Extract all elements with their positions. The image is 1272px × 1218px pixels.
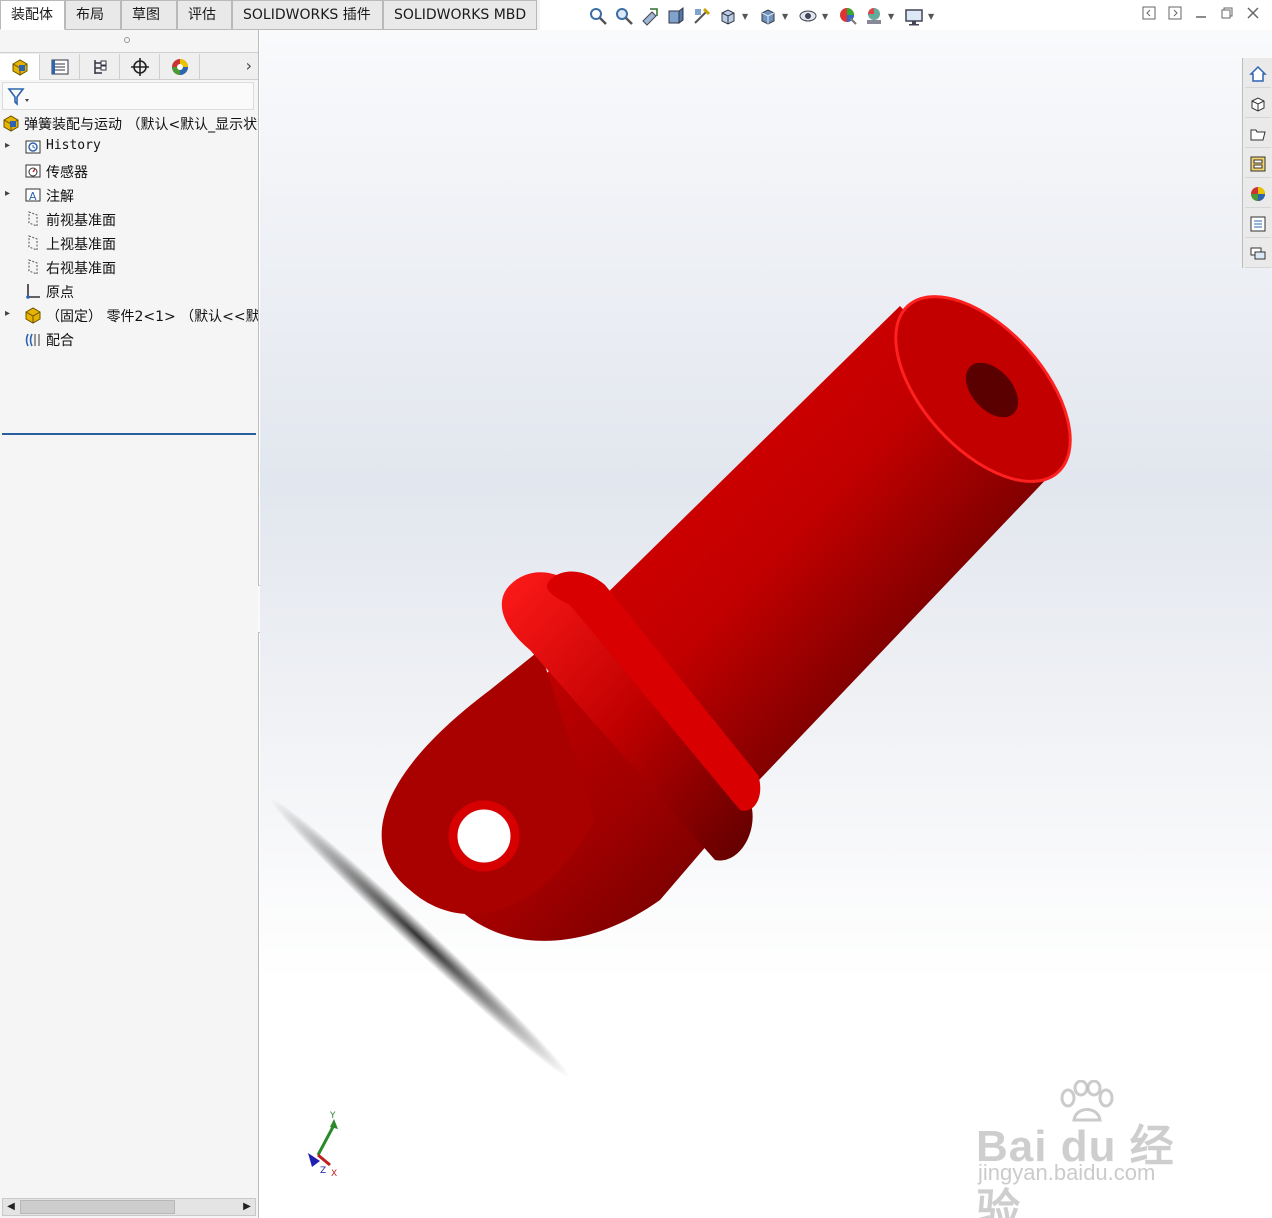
sensor-folder-icon (25, 164, 41, 178)
tree-item[interactable]: ▸ History (0, 136, 258, 160)
watermark-url: jingyan.baidu.com (978, 1160, 1156, 1185)
close-icon[interactable] (1244, 6, 1262, 24)
feature-tree-filter[interactable] (2, 82, 254, 110)
restore-icon[interactable] (1218, 6, 1236, 24)
command-tab[interactable]: 布局 (65, 0, 121, 30)
panel-split-grip[interactable] (124, 37, 130, 43)
tree-item[interactable]: 原点 (0, 280, 258, 304)
heads-up-view-toolbar: ▼ ▼ ▼ ▼ ▼ (584, 2, 944, 30)
expand-arrow-icon[interactable]: ▸ (5, 140, 10, 151)
tree-item-label: 弹簧装配与运动 （默认<默认_显示状态-1>） (24, 117, 258, 133)
task-pane (1242, 58, 1272, 268)
view-orientation-icon[interactable] (718, 6, 738, 26)
tree-item[interactable]: 传感器 (0, 160, 258, 184)
apply-scene-icon[interactable] (864, 6, 884, 26)
tree-item-label: 配合 (46, 333, 74, 349)
minimize-icon[interactable] (1192, 6, 1210, 24)
tree-item[interactable]: 配合 (0, 328, 258, 352)
expand-arrow-icon[interactable]: ▸ (5, 188, 10, 199)
annotations-folder-icon: A (25, 188, 41, 203)
triad-x-label: X (331, 1169, 337, 1179)
triad-y-label: Y (329, 1111, 336, 1121)
featuremanager-tree-icon[interactable] (0, 54, 40, 80)
forum-icon[interactable] (1245, 240, 1271, 268)
appearances-scenes-icon[interactable] (1245, 180, 1271, 208)
chevron-right-icon[interactable]: › (246, 56, 252, 75)
configurationmanager-icon[interactable] (80, 54, 120, 80)
mates-icon (25, 333, 40, 347)
tree-item[interactable]: 前视基准面 (0, 208, 258, 232)
design-library-icon[interactable] (1245, 90, 1271, 118)
tile-left-icon[interactable] (1140, 6, 1158, 24)
scroll-left-icon[interactable]: ◀ (3, 1199, 19, 1215)
view-settings-icon[interactable] (904, 6, 924, 26)
scroll-right-icon[interactable]: ▶ (239, 1199, 255, 1215)
eye-hole[interactable] (448, 800, 520, 872)
command-tab[interactable]: 评估 (177, 0, 232, 30)
apply-scene-dropdown-icon[interactable]: ▼ (888, 12, 894, 21)
display-style-dropdown-icon[interactable]: ▼ (782, 12, 788, 21)
origin-icon (26, 284, 40, 299)
tree-item-label: 原点 (46, 285, 74, 301)
tree-item-label: 注解 (46, 189, 74, 205)
tree-item-label: 传感器 (46, 165, 88, 181)
view-settings-dropdown-icon[interactable]: ▼ (928, 12, 934, 21)
previous-view-icon[interactable] (640, 6, 660, 26)
view-palette-icon[interactable] (1245, 150, 1271, 178)
tile-right-icon[interactable] (1166, 6, 1184, 24)
tree-item[interactable]: 上视基准面 (0, 232, 258, 256)
tree-item[interactable]: 右视基准面 (0, 256, 258, 280)
coordinate-triad: Y X Z (308, 1111, 338, 1179)
tree-item-label: 上视基准面 (46, 237, 116, 253)
tree-item-label: （固定） 零件2<1> （默认<<默认>_显示状态 1>） (46, 309, 258, 325)
zoom-to-fit-icon[interactable] (588, 6, 608, 26)
hide-show-items-icon[interactable] (798, 6, 818, 26)
plane-icon (28, 235, 38, 251)
svg-text:A: A (29, 190, 37, 203)
solidworks-window: 装配体 布局 草图 评估 SOLIDWORKS 插件 SOLIDWORKS MBD ▼ ▼… (0, 0, 1272, 1218)
file-explorer-icon[interactable] (1245, 120, 1271, 148)
part-model[interactable] (260, 30, 1272, 1218)
displaymanager-icon[interactable] (160, 54, 200, 80)
part-icon (25, 307, 41, 324)
tree-horizontal-scrollbar[interactable]: ◀ ▶ (2, 1198, 256, 1216)
graphics-viewport[interactable] (260, 30, 1272, 1218)
tree-item[interactable]: 弹簧装配与运动 （默认<默认_显示状态-1>） (0, 112, 258, 136)
scrollbar-thumb[interactable] (20, 1200, 175, 1214)
tree-end-marker (2, 433, 256, 435)
feature-manager-tabs: › (0, 52, 258, 80)
triad-z-label: Z (320, 1166, 326, 1176)
command-tab[interactable]: SOLIDWORKS 插件 (232, 0, 383, 30)
solidworks-resources-icon[interactable] (1245, 60, 1271, 88)
section-view-icon[interactable] (666, 6, 686, 26)
tree-item-label: History (46, 138, 101, 153)
dimxpertmanager-icon[interactable] (120, 54, 160, 80)
hide-show-dropdown-icon[interactable]: ▼ (822, 12, 828, 21)
plane-icon (28, 211, 38, 227)
command-tab[interactable]: 装配体 (0, 0, 65, 30)
custom-properties-icon[interactable] (1245, 210, 1271, 238)
tree-item[interactable]: ▸ （固定） 零件2<1> （默认<<默认>_显示状态 1>） (0, 304, 258, 328)
command-manager-tabs: 装配体 布局 草图 评估 SOLIDWORKS 插件 SOLIDWORKS MBD (0, 0, 540, 30)
command-tab[interactable]: SOLIDWORKS MBD (383, 0, 537, 30)
feature-manager-panel: › 弹簧装配与运动 （默认<默认_显示状态-1>） ▸ History 传感器 ▸ A 注解… (0, 30, 259, 1218)
edit-appearance-icon[interactable] (838, 6, 858, 26)
filter-icon[interactable] (7, 87, 31, 107)
tree-item-label: 右视基准面 (46, 261, 116, 277)
plane-icon (28, 259, 38, 275)
tree-item-label: 前视基准面 (46, 213, 116, 229)
history-folder-icon (25, 140, 41, 154)
command-tab[interactable]: 草图 (121, 0, 177, 30)
baidu-jingyan-watermark: Bai du 经验 jingyan.baidu.com (976, 1080, 1212, 1218)
tree-item[interactable]: ▸ A 注解 (0, 184, 258, 208)
display-style-icon[interactable] (758, 6, 778, 26)
view-orientation-dropdown-icon[interactable]: ▼ (742, 12, 748, 21)
expand-arrow-icon[interactable]: ▸ (5, 308, 10, 319)
propertymanager-icon[interactable] (40, 54, 80, 80)
zoom-to-area-icon[interactable] (614, 6, 634, 26)
assembly-icon (3, 115, 19, 132)
dynamic-annotation-icon[interactable] (692, 6, 712, 26)
